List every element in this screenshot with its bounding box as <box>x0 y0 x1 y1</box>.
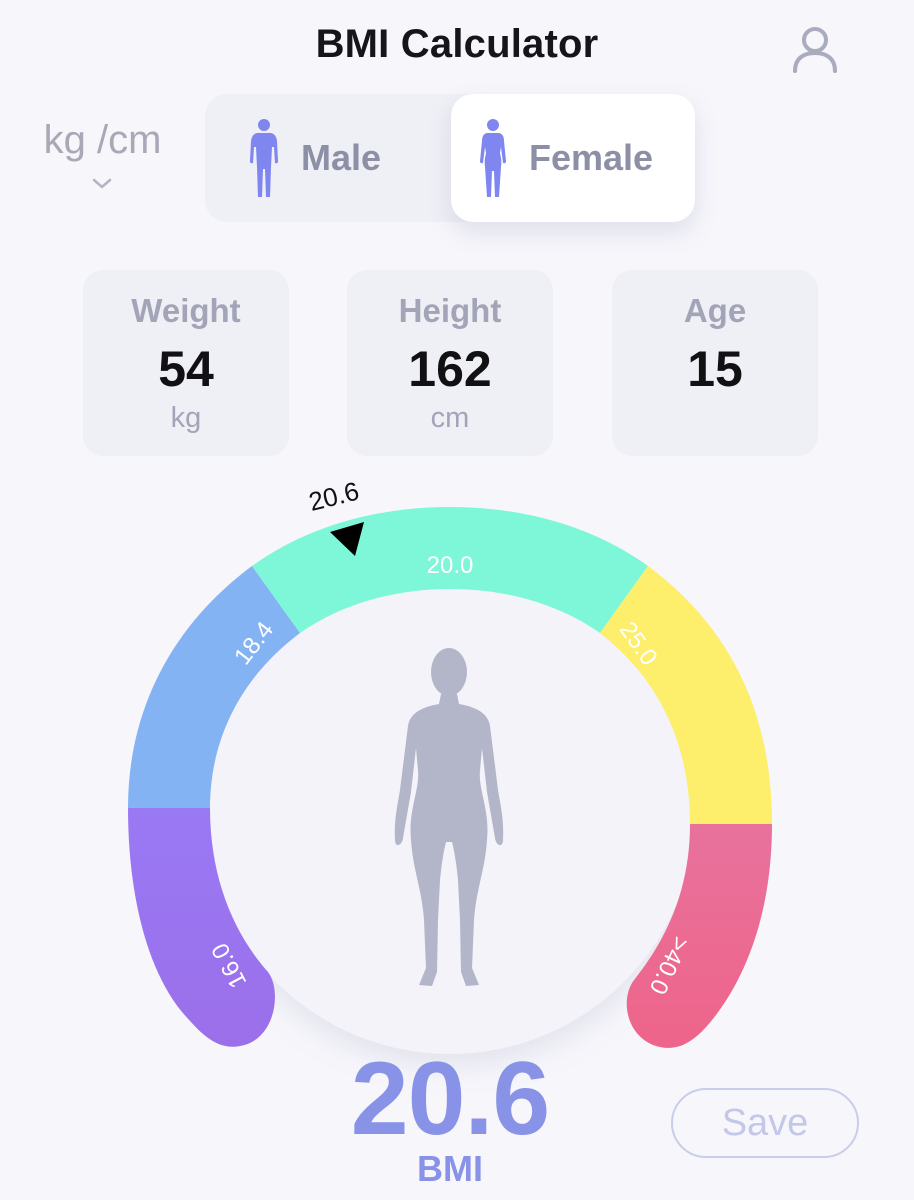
gauge-pointer-label: 20.6 <box>306 476 362 517</box>
bmi-gauge: 16.0 18.4 20.0 25.0 >40.0 20.6 <box>128 476 772 1054</box>
save-button[interactable]: Save <box>671 1088 859 1158</box>
bmi-value: 20.6 <box>350 1041 550 1157</box>
bmi-unit-label: BMI <box>417 1148 483 1189</box>
gauge-label-20: 20.0 <box>427 552 474 579</box>
